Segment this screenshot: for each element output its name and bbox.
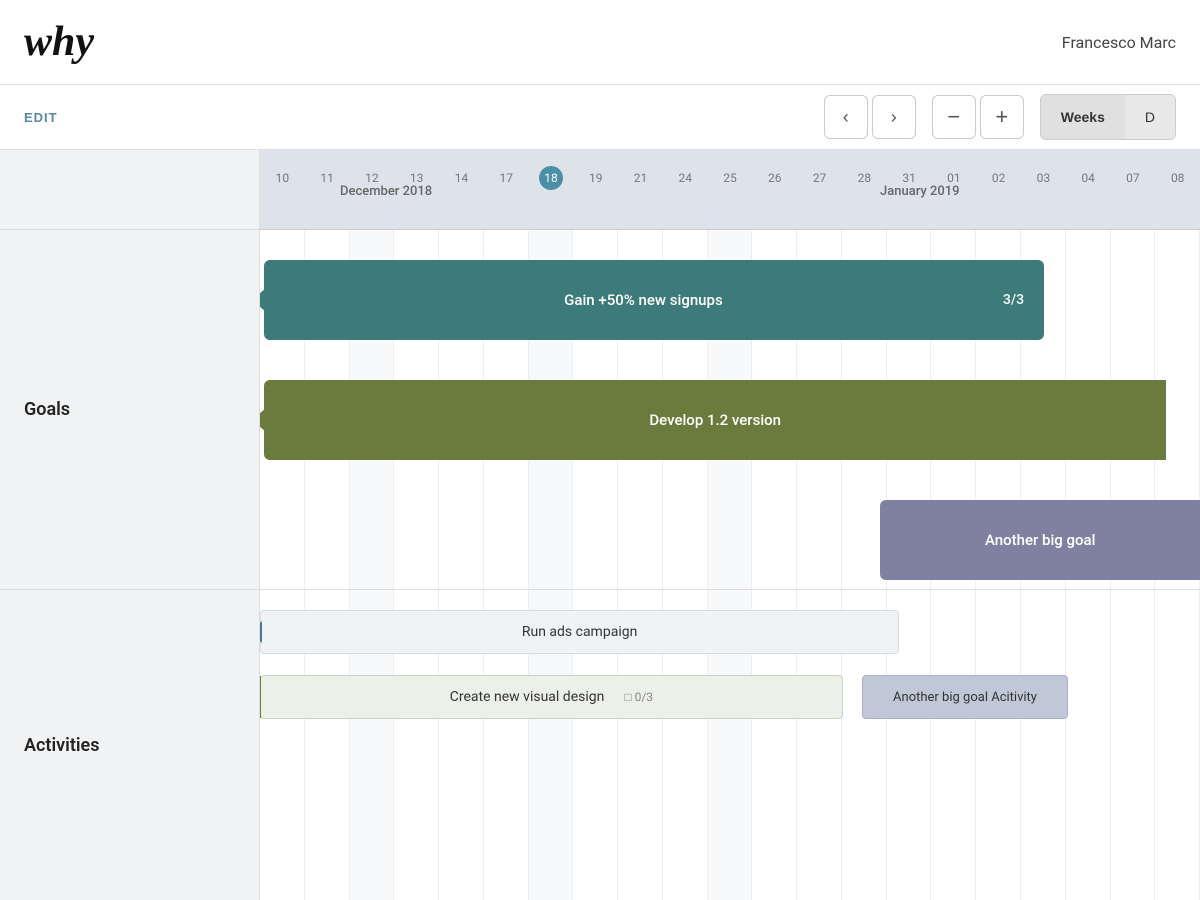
goal-another-label: Another big goal [900, 531, 1180, 549]
date-17: 17 [484, 158, 529, 190]
activity-bar-run-ads[interactable]: Run ads campaign [260, 610, 899, 654]
activities-area: Run ads campaign Create new visual desig… [260, 590, 1200, 900]
date-13: 13 [394, 158, 439, 190]
goals-section-label: Goals [0, 230, 259, 590]
date-11: 11 [305, 158, 350, 190]
gantt-body: Gain +50% new signups 3/3 Develop 1.2 ve… [260, 230, 1200, 900]
gantt-area: 10 11 12 13 14 17 18 19 21 24 25 26 27 2… [260, 150, 1200, 900]
goals-area: Gain +50% new signups 3/3 Develop 1.2 ve… [260, 230, 1200, 590]
header: why Francesco Marc [0, 0, 1200, 85]
date-25: 25 [708, 158, 753, 190]
date-07: 07 [1111, 158, 1156, 190]
another-activity-label: Another big goal Acitivity [893, 690, 1037, 705]
edit-button[interactable]: EDIT [24, 110, 58, 125]
view-toggle: Weeks D [1040, 94, 1176, 140]
timeline-header: 10 11 12 13 14 17 18 19 21 24 25 26 27 2… [260, 150, 1200, 230]
goal-bar-develop[interactable]: Develop 1.2 version [264, 380, 1166, 460]
visual-design-count: □ 0/3 [624, 690, 653, 704]
date-12: 12 [350, 158, 395, 190]
run-ads-label: Run ads campaign [522, 624, 637, 640]
date-18: 18 [529, 158, 574, 190]
dates-row: 10 11 12 13 14 17 18 19 21 24 25 26 27 2… [260, 150, 1200, 194]
goal-signups-label: Gain +50% new signups [284, 291, 1003, 309]
visual-design-indicator [260, 676, 261, 718]
goal-bar-signups[interactable]: Gain +50% new signups 3/3 [264, 260, 1044, 340]
goal-bar-another[interactable]: Another big goal [880, 500, 1200, 580]
activities-label: Activities [0, 719, 123, 772]
date-21: 21 [618, 158, 663, 190]
nav-prev-button[interactable]: ‹ [824, 95, 868, 139]
date-24: 24 [663, 158, 708, 190]
zoom-plus-button[interactable]: + [980, 95, 1024, 139]
run-ads-arrow [260, 621, 262, 643]
date-02: 02 [976, 158, 1021, 190]
goals-label: Goals [0, 383, 94, 436]
goal-develop-label: Develop 1.2 version [284, 411, 1146, 429]
date-27: 27 [797, 158, 842, 190]
main-content: Goals Activities 10 11 12 13 14 17 18 19… [0, 150, 1200, 900]
date-08: 08 [1155, 158, 1200, 190]
activity-bar-another-activity[interactable]: Another big goal Acitivity [862, 675, 1069, 719]
view-days-button[interactable]: D [1125, 95, 1175, 139]
date-03: 03 [1021, 158, 1066, 190]
nav-next-button[interactable]: › [872, 95, 916, 139]
date-14: 14 [439, 158, 484, 190]
nav-button-group: ‹ › [824, 95, 916, 139]
header-spacer [0, 150, 259, 230]
toolbar: EDIT ‹ › − + Weeks D [0, 85, 1200, 150]
date-19: 19 [573, 158, 618, 190]
view-weeks-button[interactable]: Weeks [1041, 95, 1125, 139]
activities-section-label: Activities [0, 590, 259, 900]
user-name: Francesco Marc [1062, 33, 1176, 52]
date-28: 28 [842, 158, 887, 190]
zoom-button-group: − + [932, 95, 1024, 139]
date-01: 01 [931, 158, 976, 190]
goal-signups-count: 3/3 [1003, 292, 1024, 308]
date-04: 04 [1066, 158, 1111, 190]
date-26: 26 [752, 158, 797, 190]
visual-design-label: Create new visual design [450, 689, 605, 705]
sidebar-labels: Goals Activities [0, 150, 260, 900]
logo: why [24, 18, 94, 66]
date-31: 31 [887, 158, 932, 190]
activity-bar-visual-design[interactable]: Create new visual design □ 0/3 [260, 675, 843, 719]
zoom-minus-button[interactable]: − [932, 95, 976, 139]
date-10: 10 [260, 158, 305, 190]
